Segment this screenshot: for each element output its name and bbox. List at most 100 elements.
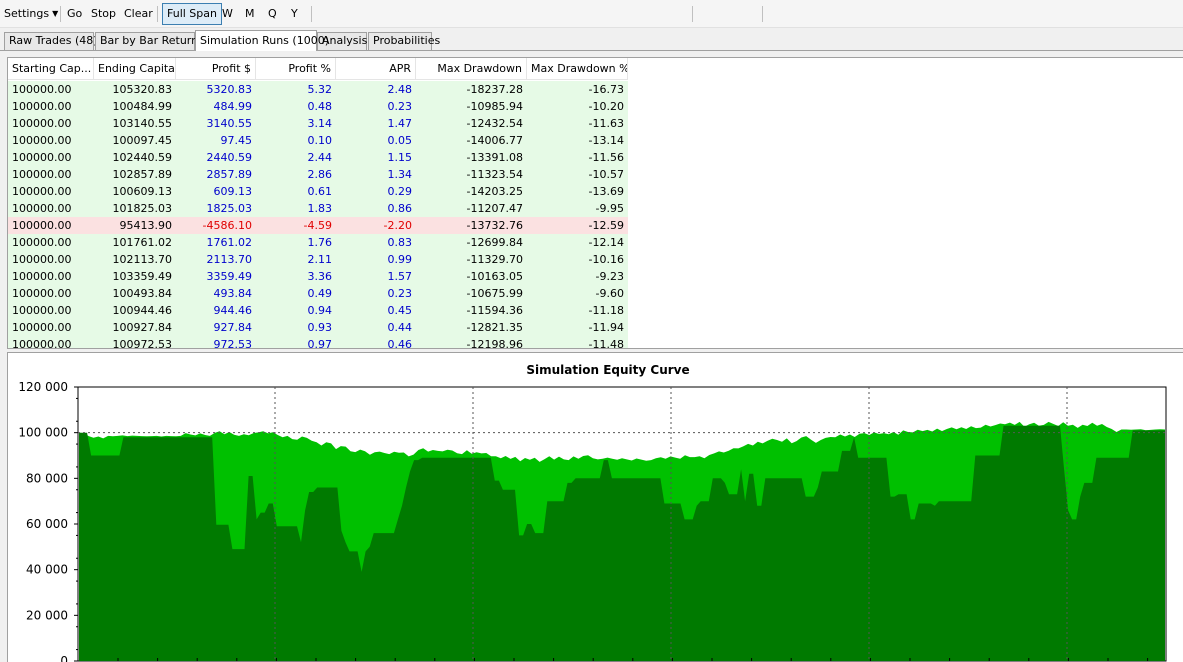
simulation-runs-grid[interactable]: Starting Cap... Ending Capital Profit $ … [7,57,1183,349]
y-tick-label: 0 [60,654,68,662]
toolbar-separator [157,6,158,22]
cell-profit-percent: 0.97 [307,338,333,349]
cell-starting-capital: 100000.00 [12,338,72,349]
cell-profit-dollar: 927.84 [213,321,253,334]
cell-max-drawdown: -12699.84 [466,236,523,249]
cell-apr: 1.57 [387,270,413,283]
month-span-button[interactable]: M [245,3,255,25]
cell-starting-capital: 100000.00 [12,185,72,198]
cell-starting-capital: 100000.00 [12,321,72,334]
cell-apr: 1.34 [387,168,413,181]
table-row[interactable]: 100000.00 101761.02 1761.02 1.76 0.83 -12699.… [8,234,628,251]
cell-profit-percent: 2.86 [307,168,333,181]
cell-starting-capital: 100000.00 [12,202,72,215]
table-row[interactable]: 100000.00 103140.55 3140.55 3.14 1.47 -12432.… [8,115,628,132]
cell-max-drawdown-percent: -12.59 [588,219,624,232]
tab-probabilities[interactable]: Probabilities [368,32,440,50]
toolbar-separator [692,6,693,22]
tab-baseline [0,50,1183,51]
settings-menu-button[interactable]: Settings ▼ [4,3,58,25]
table-row[interactable]: 100000.00 100972.53 972.53 0.97 0.46 -12198.9… [8,336,628,349]
table-row[interactable]: 100000.00 102857.89 2857.89 2.86 1.34 -11323.… [8,166,628,183]
cell-ending-capital: 95413.90 [119,219,173,232]
quarter-span-button[interactable]: Q [268,3,277,25]
toolbar-separator [311,6,312,22]
table-row[interactable]: 100000.00 100097.45 97.45 0.10 0.05 -14006.77… [8,132,628,149]
table-row[interactable]: 100000.00 100493.84 493.84 0.49 0.23 -10675.9… [8,285,628,302]
cell-ending-capital: 103359.49 [112,270,173,283]
column-header-profit-dollar[interactable]: Profit $ [176,58,256,80]
table-row[interactable]: 100000.00 102113.70 2113.70 2.11 0.99 -11329.… [8,251,628,268]
cell-ending-capital: 100944.46 [112,304,173,317]
week-span-button[interactable]: W [222,3,233,25]
cell-profit-percent: 5.32 [307,83,333,96]
cell-apr: 2.48 [387,83,413,96]
table-row[interactable]: 100000.00 95413.90 -4586.10 -4.59 -2.20 -1373… [8,217,628,234]
cell-apr: 0.83 [387,236,413,249]
cell-profit-dollar: 972.53 [213,338,253,349]
table-row[interactable]: 100000.00 100927.84 927.84 0.93 0.44 -12821.3… [8,319,628,336]
cell-starting-capital: 100000.00 [12,134,72,147]
column-header-profit-percent[interactable]: Profit % [256,58,336,80]
cell-ending-capital: 100484.99 [112,100,173,113]
cell-profit-percent: 0.10 [307,134,333,147]
cell-max-drawdown: -12432.54 [466,117,523,130]
table-row[interactable]: 100000.00 100944.46 944.46 0.94 0.45 -11594.3… [8,302,628,319]
column-header-ending-capital[interactable]: Ending Capital [94,58,176,80]
cell-apr: 0.46 [387,338,413,349]
year-span-button[interactable]: Y [291,3,298,25]
cell-starting-capital: 100000.00 [12,287,72,300]
cell-ending-capital: 102440.59 [112,151,173,164]
y-tick-label: 120 000 [18,380,68,394]
column-header-max-drawdown[interactable]: Max Drawdown [416,58,527,80]
table-row[interactable]: 100000.00 100609.13 609.13 0.61 0.29 -14203.2… [8,183,628,200]
column-header-apr[interactable]: APR [336,58,416,80]
table-row[interactable]: 100000.00 103359.49 3359.49 3.36 1.57 -10163.… [8,268,628,285]
full-span-button[interactable]: Full Span [162,3,222,25]
cell-starting-capital: 100000.00 [12,219,72,232]
cell-apr: 0.05 [387,134,413,147]
chevron-down-icon: ▼ [52,9,59,18]
cell-starting-capital: 100000.00 [12,270,72,283]
cell-max-drawdown: -11323.54 [466,168,523,181]
cell-apr: 0.86 [387,202,413,215]
cell-max-drawdown: -10985.94 [466,100,523,113]
toolbar-separator [762,6,763,22]
cell-apr: 0.23 [387,100,413,113]
cell-max-drawdown: -11594.36 [466,304,523,317]
cell-profit-percent: 3.36 [307,270,333,283]
cell-max-drawdown-percent: -16.73 [588,83,624,96]
cell-profit-dollar: 2857.89 [206,168,253,181]
equity-chart-panel: Simulation Equity Curve 0 20 000 40 000 60 … [7,352,1183,662]
cell-profit-dollar: 2440.59 [206,151,253,164]
cell-max-drawdown-percent: -13.69 [588,185,624,198]
cell-max-drawdown-percent: -11.63 [588,117,624,130]
cell-profit-percent: 2.44 [307,151,333,164]
cell-max-drawdown-percent: -10.20 [588,100,624,113]
go-button[interactable]: Go [67,3,82,25]
cell-ending-capital: 101825.03 [112,202,173,215]
cell-apr: -2.20 [383,219,412,232]
cell-ending-capital: 102857.89 [112,168,173,181]
tab-bar-by-bar-returns[interactable]: Bar by Bar Returns [95,32,204,50]
cell-starting-capital: 100000.00 [12,151,72,164]
tab-raw-trades[interactable]: Raw Trades (48) [4,32,98,50]
cell-max-drawdown-percent: -11.18 [588,304,624,317]
table-row[interactable]: 100000.00 100484.99 484.99 0.48 0.23 -10985.9… [8,98,628,115]
cell-max-drawdown: -12198.96 [466,338,523,349]
table-row[interactable]: 100000.00 101825.03 1825.03 1.83 0.86 -11207.… [8,200,628,217]
cell-profit-dollar: -4586.10 [202,219,252,232]
settings-label: Settings [4,7,50,20]
cell-apr: 1.47 [387,117,413,130]
tab-simulation-runs[interactable]: Simulation Runs (1000) [195,30,329,51]
cell-starting-capital: 100000.00 [12,83,72,96]
column-header-starting-capital[interactable]: Starting Cap... [8,58,94,80]
column-header-max-drawdown-percent[interactable]: Max Drawdown % [527,58,628,80]
stop-button[interactable]: Stop [91,3,116,25]
clear-button[interactable]: Clear [124,3,153,25]
cell-apr: 0.99 [387,253,413,266]
cell-profit-dollar: 1825.03 [206,202,253,215]
table-row[interactable]: 100000.00 102440.59 2440.59 2.44 1.15 -13391.… [8,149,628,166]
table-row[interactable]: 100000.00 105320.83 5320.83 5.32 2.48 -18237.… [8,81,628,98]
grid-header: Starting Cap... Ending Capital Profit $ … [8,58,1183,80]
